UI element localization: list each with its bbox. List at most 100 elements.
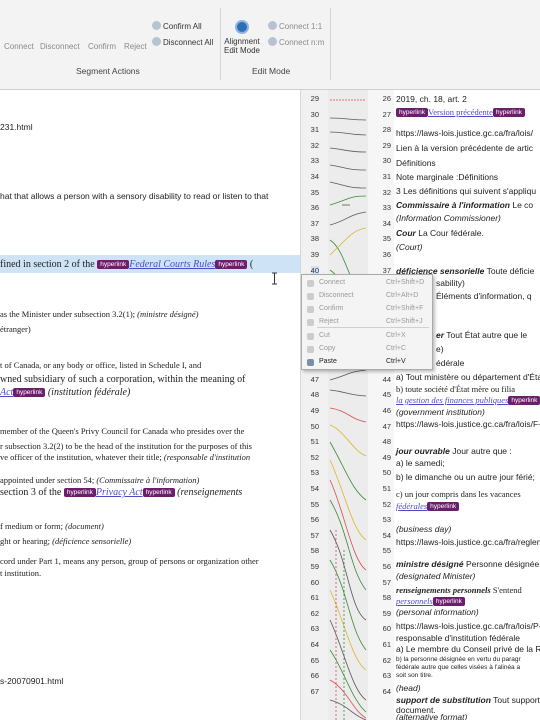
menu-shortcut: Ctrl+Shift+D	[386, 279, 425, 286]
source-line: wned subsidiary of such a corporation, w…	[0, 374, 246, 385]
source-line-selected[interactable]: fined in section 2 of the hyperlink Feder…	[0, 259, 253, 270]
target-line: ministre désigné Personne désignée à	[396, 559, 540, 569]
source-document-pane[interactable]: 231.html hat that allows a person with a…	[0, 90, 300, 720]
menu-item-paste[interactable]: Paste Ctrl+V	[302, 356, 432, 369]
menu-shortcut: Ctrl+Shift+J	[386, 318, 423, 325]
line-number: 67	[310, 686, 319, 696]
alignment-link-line	[329, 227, 367, 256]
line-number: 47	[382, 421, 391, 431]
connect-button[interactable]: Connect	[4, 42, 34, 51]
confirm-all-button[interactable]: Confirm All	[152, 21, 202, 31]
target-text: c) un jour compris dans les vacances	[396, 489, 521, 499]
target-text: Toute déficie	[486, 266, 535, 276]
line-number: 53	[310, 468, 319, 478]
line-number: 37	[310, 218, 319, 228]
confirm-label: Confirm	[88, 42, 117, 51]
connect-1-1-button[interactable]: Connect 1:1	[268, 21, 322, 31]
target-line: Cour La Cour fédérale.	[396, 228, 484, 238]
line-number: 36	[382, 250, 391, 259]
line-number: 30	[310, 109, 319, 119]
line-number: 48	[382, 437, 391, 447]
line-number: 46	[382, 406, 391, 415]
target-text: Jour autre que :	[452, 446, 512, 456]
confirm-all-label: Confirm All	[163, 22, 202, 31]
menu-item-cut[interactable]: Cut Ctrl+X	[302, 330, 432, 343]
menu-shortcut: Ctrl+Shift+F	[386, 305, 424, 312]
connect-n-m-button[interactable]: Connect n:m	[268, 37, 324, 47]
target-line: https://laws-lois.justice.gc.ca/fra/lois…	[396, 621, 540, 631]
source-line: as the Minister under subsection 3.2(1);…	[0, 309, 198, 319]
alignment-link-line	[329, 164, 367, 171]
source-line: ve officer of the institution, whatever …	[0, 452, 250, 462]
alignment-connection-graph[interactable]	[328, 90, 368, 720]
disconnect-all-button[interactable]: Disconnect All	[152, 37, 213, 47]
term-bold: support de substitution	[396, 695, 491, 705]
connect-1-1-label: Connect 1:1	[279, 22, 323, 31]
alignment-link-line	[329, 679, 367, 719]
hyperlink-tag: hyperlink	[63, 488, 96, 497]
disconnect-button[interactable]: Disconnect	[40, 42, 80, 51]
menu-item-confirm[interactable]: Confirm Ctrl+Shift+F	[302, 303, 432, 316]
hyperlink-tag: hyperlink	[508, 396, 540, 405]
source-line: hat that allows a person with a sensory …	[0, 191, 269, 201]
line-number: 54	[382, 530, 391, 540]
menu-item-disconnect[interactable]: Disconnect Ctrl+Alt+D	[302, 290, 432, 303]
target-line: jour ouvrable Jour autre que :	[396, 446, 512, 456]
alignment-link-line	[329, 499, 367, 591]
target-line: Commissaire à l'information Le co	[396, 200, 533, 210]
version-precedente-link[interactable]: Version précédente	[428, 107, 493, 117]
line-number: 53	[382, 515, 391, 525]
line-number: 51	[382, 484, 391, 493]
target-line: Note marginale :Définitions	[396, 172, 499, 182]
privacy-act-link[interactable]: Privacy Act	[96, 487, 143, 498]
menu-item-connect[interactable]: Connect Ctrl+Shift+D	[302, 277, 432, 290]
target-text: S'entend	[492, 585, 522, 595]
target-text: Tout support perm	[493, 695, 540, 705]
alignment-link-line	[329, 181, 367, 189]
line-number: 55	[310, 499, 319, 509]
menu-shortcut: Ctrl+V	[386, 358, 406, 365]
target-line: personnels hyperlink	[396, 596, 465, 606]
alignment-link-line	[329, 211, 367, 226]
line-number: 63	[310, 624, 319, 634]
target-line: a) Le membre du Conseil privé de la Rein…	[396, 644, 540, 654]
alignment-edit-mode-button[interactable]: Alignment Edit Mode	[222, 20, 262, 55]
alignment-link-line	[329, 195, 367, 206]
menu-separator	[317, 327, 429, 328]
line-number: 47	[310, 374, 319, 384]
act-link[interactable]: Act	[0, 387, 13, 398]
hyperlink-tag: hyperlink	[97, 260, 130, 269]
line-number: 39	[310, 250, 319, 259]
gestion-finances-link[interactable]: la gestion des finances publiques	[396, 395, 508, 405]
reject-button[interactable]: Reject	[124, 42, 147, 51]
target-line: support de substitution Tout support per…	[396, 695, 540, 705]
federal-courts-rules-link[interactable]: Federal Courts Rules	[129, 259, 215, 270]
hyperlink-tag: hyperlink	[396, 108, 429, 117]
line-number: 61	[310, 593, 319, 603]
source-line: t of Canada, or any body or office, list…	[0, 360, 202, 370]
target-document-pane[interactable]: 2019, ch. 18, art. 2 hyperlink Version pr…	[394, 90, 540, 720]
target-line: (designated Minister)	[396, 571, 476, 581]
connect-label: Connect	[4, 42, 34, 51]
source-text-italic: (ministre désigné)	[137, 309, 199, 319]
menu-item-copy[interactable]: Copy Ctrl+C	[302, 343, 432, 356]
line-number: 44	[382, 374, 391, 384]
line-number: 57	[310, 530, 319, 540]
source-text-italic: (document)	[65, 521, 104, 531]
menu-shortcut: Ctrl+C	[386, 345, 407, 352]
confirm-button[interactable]: Confirm	[88, 42, 116, 51]
ribbon-toolbar: Connect Disconnect Confirm Reject Confir…	[0, 0, 540, 90]
source-line: r subsection 3.2(2) to be the head of th…	[0, 441, 252, 451]
line-number: 52	[382, 499, 391, 509]
vacances-link[interactable]: fédérales	[396, 501, 427, 511]
alignment-link-line	[329, 389, 367, 397]
renseignements-link[interactable]: personnels	[396, 596, 433, 606]
alignment-link-line	[329, 147, 367, 153]
line-number: 63	[382, 671, 391, 681]
line-number: 58	[310, 546, 319, 556]
line-number: 26	[382, 94, 391, 103]
target-line: Éléments d'information, q	[436, 291, 532, 301]
line-number: 57	[382, 577, 391, 587]
context-menu: Connect Ctrl+Shift+D Disconnect Ctrl+Alt+D…	[301, 274, 433, 370]
line-number: 49	[310, 406, 319, 415]
